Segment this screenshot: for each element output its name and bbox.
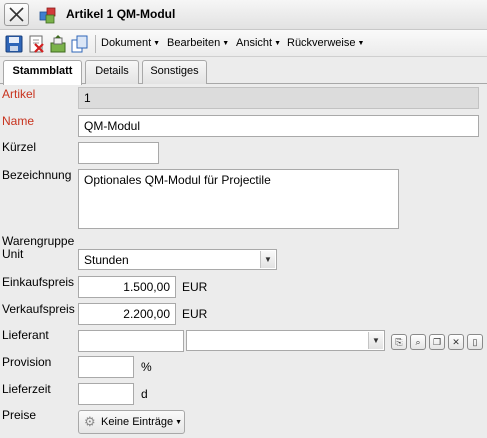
new-document-icon[interactable]: ▯ (467, 334, 483, 350)
save-icon[interactable] (5, 35, 23, 53)
chevron-down-icon[interactable]: ▼ (368, 332, 383, 349)
window-title: Artikel 1 QM-Modul (66, 7, 176, 21)
name-label: Name (2, 114, 35, 128)
toolbar-separator (95, 35, 96, 53)
provision-unit: % (141, 360, 152, 374)
clear-icon[interactable]: ✕ (448, 334, 464, 350)
unit-label: Unit (2, 247, 24, 261)
lieferant-select[interactable]: ▼ (186, 330, 385, 351)
verkaufspreis-label: Verkaufspreis (2, 302, 75, 316)
menu-bearbeiten[interactable]: Bearbeiten ▼ (167, 37, 229, 49)
menu-rueckverweise[interactable]: Rückverweise ▼ (287, 37, 364, 49)
preise-label: Preise (2, 408, 37, 422)
close-icon (9, 7, 24, 22)
menu-ansicht[interactable]: Ansicht ▼ (236, 37, 281, 49)
open-icon[interactable]: ⎘ (391, 334, 407, 350)
bezeichnung-label: Bezeichnung (2, 168, 72, 182)
lieferant-input[interactable] (78, 330, 184, 352)
stammblatt-form: Artikel 1 Name QM-Modul Kürzel Bezeichnu… (0, 84, 487, 438)
verkaufspreis-input[interactable]: 2.200,00 (78, 303, 176, 325)
kuerzel-input[interactable] (78, 142, 159, 164)
einkaufspreis-input[interactable]: 1.500,00 (78, 276, 176, 298)
chevron-down-icon: ▼ (222, 40, 230, 47)
copy-icon[interactable] (49, 35, 67, 53)
close-button[interactable] (4, 3, 29, 26)
lieferzeit-unit: d (141, 387, 148, 401)
name-input[interactable]: QM-Modul (78, 115, 479, 137)
chevron-down-icon: ▼ (153, 40, 161, 47)
lieferant-label: Lieferant (2, 328, 49, 342)
lieferzeit-input[interactable] (78, 383, 134, 405)
tab-sonstiges[interactable]: Sonstiges (142, 60, 207, 84)
lieferzeit-label: Lieferzeit (2, 382, 51, 396)
einkaufspreis-label: Einkaufspreis (2, 275, 75, 289)
kuerzel-label: Kürzel (2, 140, 37, 154)
unit-select-value: Stunden (84, 253, 129, 267)
warengruppe-label: Warengruppe (2, 234, 75, 248)
verkaufspreis-currency: EUR (182, 307, 208, 321)
title-bar: Artikel 1 QM-Modul (0, 0, 487, 30)
tab-details[interactable]: Details (85, 60, 139, 84)
chevron-down-icon: ▼ (175, 419, 183, 426)
chevron-down-icon: ▼ (274, 40, 282, 47)
provision-input[interactable] (78, 356, 134, 378)
einkaufspreis-currency: EUR (182, 280, 208, 294)
toolbar: Dokument ▼ Bearbeiten ▼ Ansicht ▼ Rückverwe… (0, 30, 487, 57)
provision-label: Provision (2, 355, 52, 369)
unit-select[interactable]: Stunden ▼ (78, 249, 277, 270)
gear-icon: ⚙ (84, 414, 96, 429)
artikel-label: Artikel (2, 87, 36, 101)
tab-strip: Stammblatt Details Sonstiges (0, 57, 487, 85)
duplicate-icon[interactable] (71, 35, 89, 53)
preise-button[interactable]: ⚙ Keine Einträge ▼ (78, 410, 185, 434)
tab-stammblatt[interactable]: Stammblatt (3, 60, 82, 85)
chevron-down-icon[interactable]: ▼ (260, 251, 275, 268)
preise-button-label: Keine Einträge (101, 416, 174, 428)
bezeichnung-textarea[interactable]: Optionales QM-Modul für Projectile (78, 169, 399, 229)
copy-icon[interactable]: ❐ (429, 334, 445, 350)
chevron-down-icon: ▼ (357, 40, 365, 47)
search-icon[interactable]: ⌕ (410, 334, 426, 350)
menu-dokument[interactable]: Dokument ▼ (101, 37, 160, 49)
delete-icon[interactable] (27, 35, 45, 53)
artikel-number-field: 1 (78, 87, 479, 109)
article-cubes-icon (39, 7, 56, 24)
